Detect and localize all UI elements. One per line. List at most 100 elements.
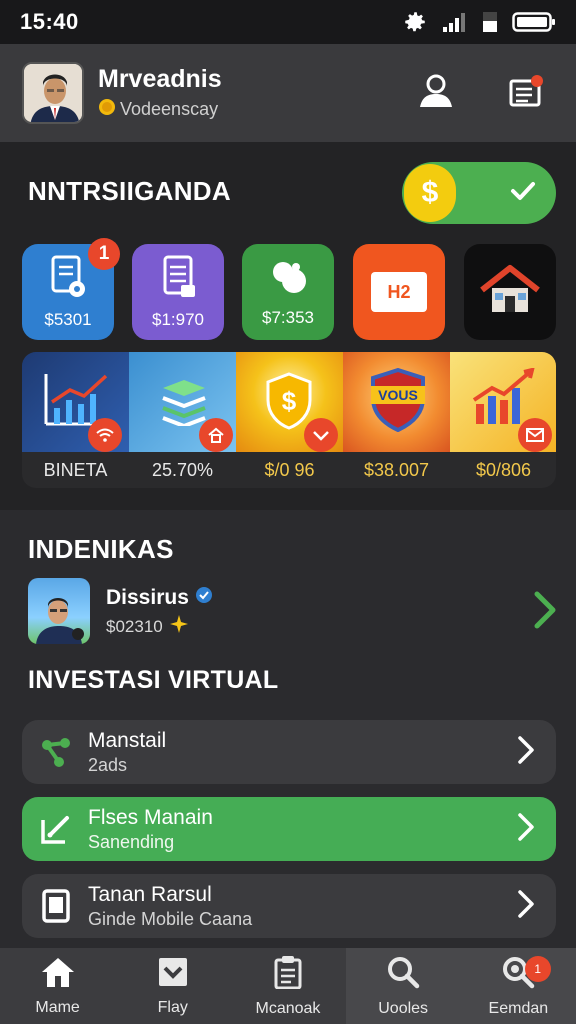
nav-play[interactable]: Flay [115, 948, 230, 1024]
home-icon [478, 264, 542, 321]
investments-title: INDENIKAS [28, 534, 174, 564]
tile-home[interactable] [464, 244, 556, 340]
balance-toggle[interactable]: $ [402, 162, 556, 224]
list-item-text: Flses Manain Sanending [88, 806, 213, 853]
tile-coins[interactable]: $7:353 [242, 244, 334, 340]
calendar-icon-text: H2 [387, 281, 411, 302]
tile-calendar[interactable]: H2 [353, 244, 445, 340]
strip-cell[interactable] [450, 352, 556, 452]
header-actions [416, 71, 554, 116]
sim-icon [482, 11, 498, 33]
user-subtitle: Vodeenscay [98, 98, 222, 121]
chevron-right-icon [516, 812, 536, 847]
vous-badge-icon: VOUS [369, 367, 427, 437]
user-subtitle-text: Vodeenscay [120, 99, 219, 119]
calendar-icon: H2 [371, 272, 427, 312]
document-icon [49, 255, 87, 304]
strip-value: $/0 96 [264, 460, 315, 480]
strip-cell[interactable] [129, 352, 236, 452]
inbox-icon [157, 956, 189, 993]
tile-value: $5301 [44, 309, 92, 329]
nav-label: Mcanoak [255, 999, 321, 1017]
overview-title: NNTRSIIGANDA [28, 176, 231, 206]
bottom-nav: Mame Flay Mcanoak Uooles 1 Eemdan [0, 948, 576, 1024]
tile-clipboard[interactable]: $1:970 [132, 244, 224, 340]
notification-inbox-icon[interactable] [508, 72, 546, 115]
check-icon [508, 176, 538, 211]
user-name: Mrveadnis [98, 65, 222, 93]
list-item[interactable]: Flses Manain Sanending [22, 797, 556, 861]
chevron-right-icon [516, 735, 536, 770]
strip-value: $38.007 [363, 460, 430, 480]
user-block: Mrveadnis Vodeenscay [98, 65, 222, 121]
home-icon [40, 956, 76, 993]
header: Mrveadnis Vodeenscay [0, 44, 576, 142]
chevron-right-icon[interactable] [532, 590, 558, 635]
status-bar: 15:40 [0, 0, 576, 44]
gear-icon[interactable] [402, 9, 428, 35]
person-name: Dissirus [106, 586, 213, 610]
wifi-icon [88, 418, 122, 452]
nav-label: Eemdan [488, 999, 549, 1017]
sparkle-icon [169, 614, 189, 639]
list-item-text: Manstail 2ads [88, 729, 166, 776]
list-item-subtitle: Sanending [88, 831, 175, 852]
nav-badge: 1 [524, 956, 551, 982]
list-item-title: Flses Manain [88, 805, 213, 829]
profile-icon[interactable] [416, 71, 456, 116]
stack-icon [159, 378, 209, 431]
dollar-coin-icon: $ [404, 164, 456, 222]
battery-icon [512, 11, 556, 33]
coins-icon [268, 257, 308, 302]
chevron-right-icon [516, 889, 536, 924]
status-time: 15:40 [20, 9, 79, 34]
tile-badge: 1 [88, 238, 120, 270]
list-item-text: Tanan Rarsul Ginde Mobile Caana [88, 883, 252, 930]
list-item-subtitle: 2ads [88, 754, 128, 775]
avatar[interactable] [22, 62, 84, 124]
signal-icon [442, 11, 468, 33]
mail-icon [518, 418, 552, 452]
svg-text:$: $ [282, 386, 297, 416]
share-icon [36, 732, 76, 772]
clipboard-icon [273, 955, 303, 994]
virtual-invest-title: INVESTASI VIRTUAL [28, 666, 279, 694]
person-value-text: $02310 [106, 616, 163, 636]
tile-value: $1:970 [152, 309, 204, 329]
strip-cell[interactable] [22, 352, 129, 452]
strip-cell[interactable]: VOUS [343, 352, 450, 452]
list-item-subtitle: Ginde Mobile Caana [88, 908, 253, 929]
stats-strip: $ VOUS BINETA 25.70% $/0 96 $38.007 $0/8… [22, 352, 556, 488]
nav-home[interactable]: Mame [0, 948, 115, 1024]
nav-friends[interactable]: 1 Eemdan [460, 948, 576, 1024]
list-item[interactable]: Tanan Rarsul Ginde Mobile Caana [22, 874, 556, 938]
tile-value: $7:353 [262, 307, 314, 327]
list-item-title: Manstail [88, 728, 167, 752]
check-icon [304, 418, 338, 452]
clipboard-icon [159, 255, 197, 304]
coin-icon [98, 98, 116, 121]
list-item-title: Tanan Rarsul [88, 882, 212, 906]
nav-label: Mame [35, 998, 80, 1016]
person-name-text: Dissirus [106, 586, 189, 609]
person-thumbnail [28, 578, 90, 644]
status-icons [402, 9, 556, 35]
edit-icon [36, 809, 76, 849]
vous-badge-text: VOUS [378, 387, 418, 403]
strip-value: 25.70% [151, 460, 214, 480]
nav-notebook[interactable]: Mcanoak [230, 948, 345, 1024]
tile-document[interactable]: $5301 1 [22, 238, 120, 340]
tablet-icon [36, 886, 76, 926]
search-icon [386, 955, 420, 994]
nav-label: Flay [157, 998, 188, 1016]
strip-value: $0/806 [475, 460, 532, 480]
nav-label: Uooles [378, 999, 429, 1017]
person-value: $02310 [106, 614, 189, 639]
strip-cell[interactable]: $ [236, 352, 343, 452]
featured-person-row[interactable]: Dissirus $02310 [28, 578, 558, 644]
quick-tiles: $5301 1 $1:970 $7:353 H2 [22, 238, 556, 340]
home-icon [199, 418, 233, 452]
nav-tools[interactable]: Uooles [345, 948, 461, 1024]
list-item[interactable]: Manstail 2ads [22, 720, 556, 784]
verified-icon [195, 586, 213, 610]
